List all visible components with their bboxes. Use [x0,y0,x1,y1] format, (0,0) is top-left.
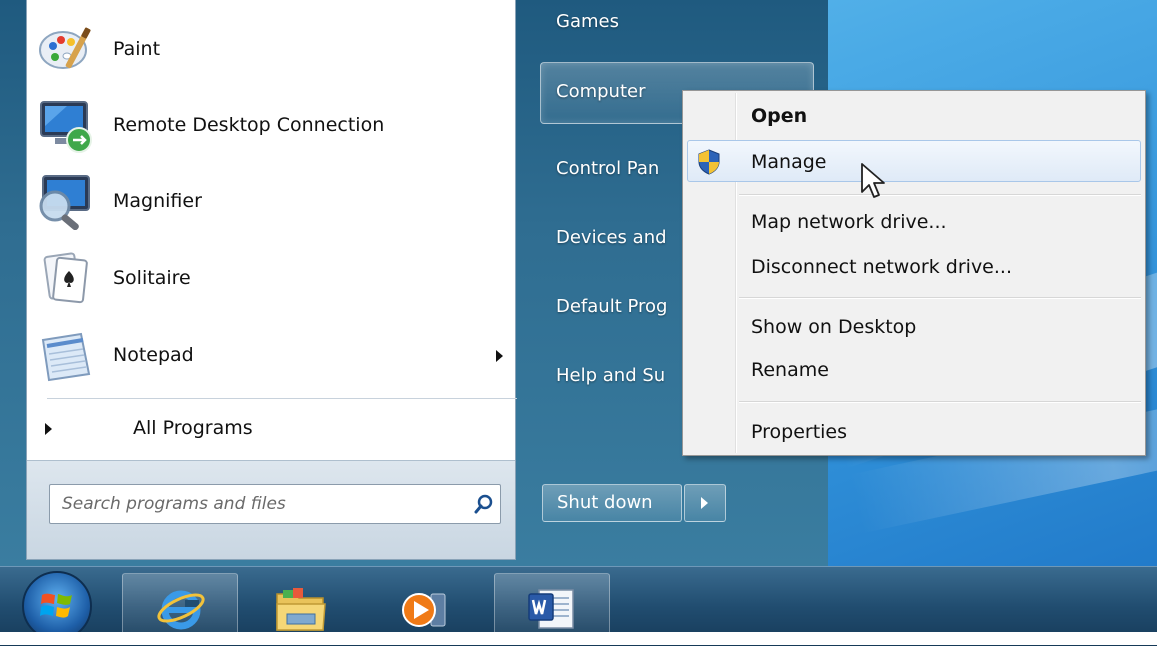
taskbar-word-button[interactable] [494,573,610,639]
mouse-cursor-icon [861,163,885,198]
menu-item-manage[interactable]: Manage [751,151,826,173]
program-magnifier[interactable]: Magnifier [33,168,513,234]
taskbar-explorer-button[interactable] [244,573,356,639]
program-label: Notepad [113,344,194,366]
shutdown-options-button[interactable] [684,484,726,522]
uac-shield-icon [698,149,720,175]
menu-item-map-network-drive[interactable]: Map network drive... [751,211,947,233]
search-input[interactable] [62,491,442,517]
chevron-right-icon [701,497,708,509]
screen-bottom-border [0,632,1157,645]
word-icon [528,589,574,629]
taskbar-media-player-button[interactable] [368,573,480,639]
right-item-help[interactable]: Help and Su [556,365,665,386]
notepad-icon [41,332,91,382]
remote-desktop-icon [40,101,92,153]
start-orb-icon[interactable] [22,571,92,641]
context-menu: Open Manage Map network drive... Disconn… [682,90,1146,456]
program-label: Magnifier [113,190,202,212]
right-item-default-programs[interactable]: Default Prog [556,296,667,317]
right-item-computer[interactable]: Computer [556,81,645,102]
submenu-arrow-icon[interactable] [496,350,503,362]
shutdown-label: Shut down [557,492,653,513]
menu-item-disconnect-network-drive[interactable]: Disconnect network drive... [751,256,1012,278]
all-programs-arrow-icon [45,423,52,435]
menu-item-rename[interactable]: Rename [751,359,829,381]
taskbar-ie-button[interactable] [122,573,238,639]
menu-separator [739,401,1141,403]
paint-icon [39,27,91,69]
program-notepad[interactable]: Notepad [33,322,513,388]
menu-item-open[interactable]: Open [751,105,807,127]
magnifier-icon [39,175,90,230]
right-item-devices[interactable]: Devices and [556,227,667,248]
program-label: Paint [113,38,161,60]
shutdown-button[interactable]: Shut down [542,484,682,522]
program-remote-desktop[interactable]: Remote Desktop Connection [33,92,513,158]
separator [47,398,517,399]
search-box[interactable] [49,484,501,524]
internet-explorer-icon [157,590,205,630]
menu-item-properties[interactable]: Properties [751,421,847,443]
program-label: Solitaire [113,267,191,289]
solitaire-icon [43,252,88,304]
right-item-games[interactable]: Games [556,11,619,32]
media-player-icon [402,593,446,627]
all-programs-label: All Programs [133,417,253,439]
menu-item-show-on-desktop[interactable]: Show on Desktop [751,316,916,338]
start-menu-left-pane: Paint Remote Desktop Connection Magnifie… [26,0,517,560]
program-paint[interactable]: Paint [33,16,513,82]
menu-separator [739,194,1141,196]
right-item-control-panel[interactable]: Control Pan [556,158,659,179]
program-label: Remote Desktop Connection [113,114,385,136]
program-solitaire[interactable]: Solitaire [33,245,513,311]
windows-explorer-icon [276,588,326,631]
menu-separator [739,297,1141,299]
search-icon[interactable] [474,494,494,514]
